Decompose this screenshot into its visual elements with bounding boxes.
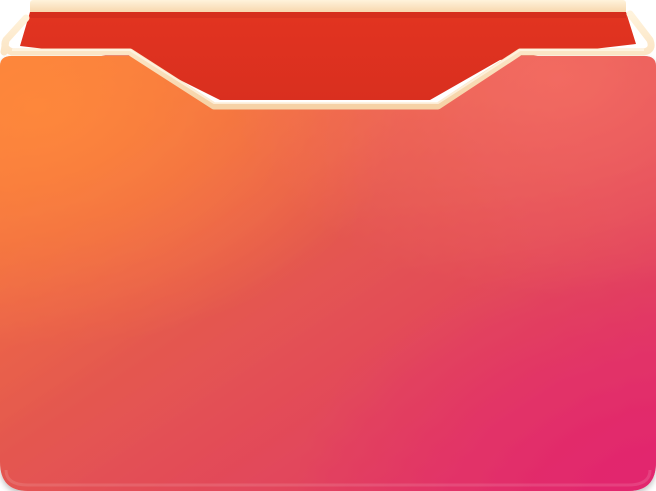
inner-card-rim	[30, 0, 626, 14]
body-glow-bottom-right	[0, 56, 656, 491]
red-envelope-graphic	[0, 0, 656, 491]
flap-shadow-band	[30, 12, 626, 18]
red-envelope-icon	[0, 0, 656, 491]
envelope-body-group	[0, 56, 656, 491]
